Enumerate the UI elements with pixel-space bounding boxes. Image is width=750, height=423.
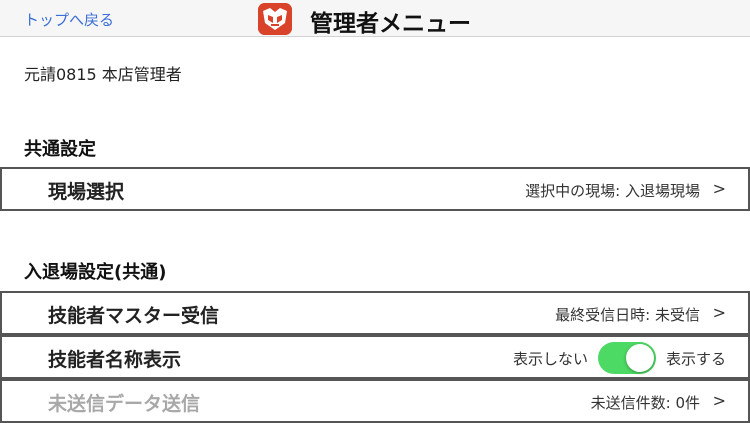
navigation-bar: トップへ戻る 管理者メニュー bbox=[0, 0, 750, 37]
page-title: 管理者メニュー bbox=[310, 11, 471, 37]
row-value: 未送信件数: 0件 bbox=[590, 394, 700, 412]
site-select-row[interactable]: 現場選択 選択中の現場: 入退場現場 > bbox=[0, 167, 750, 211]
chevron-right-icon: > bbox=[712, 179, 726, 198]
back-to-top-link[interactable]: トップへ戻る bbox=[24, 9, 114, 30]
name-display-toggle[interactable] bbox=[597, 342, 656, 374]
row-value: 最終受信日時: 未受信 bbox=[555, 306, 700, 324]
row-label: 技能者マスター受信 bbox=[48, 305, 220, 327]
toggle-knob bbox=[625, 344, 654, 372]
worker-name-display-row: 技能者名称表示 表示しない 表示する bbox=[0, 335, 750, 379]
section-header-common: 共通設定 bbox=[24, 139, 96, 160]
row-label: 現場選択 bbox=[48, 181, 125, 203]
unsent-data-send-row[interactable]: 未送信データ送信 未送信件数: 0件 > bbox=[0, 379, 750, 423]
worker-master-receive-row[interactable]: 技能者マスター受信 最終受信日時: 未受信 > bbox=[0, 291, 750, 335]
chevron-right-icon: > bbox=[712, 391, 726, 410]
chevron-right-icon: > bbox=[712, 303, 726, 322]
row-label: 技能者名称表示 bbox=[48, 349, 182, 371]
row-label: 未送信データ送信 bbox=[48, 393, 201, 415]
toggle-on-label: 表示する bbox=[665, 349, 726, 368]
company-name: 元請0815 本店管理者 bbox=[24, 65, 182, 84]
toggle-off-label: 表示しない bbox=[512, 349, 588, 368]
app-logo-icon bbox=[258, 3, 292, 35]
toggle-group: 表示しない 表示する bbox=[512, 342, 726, 374]
row-value: 選択中の現場: 入退場現場 bbox=[525, 182, 700, 200]
section-header-entry-exit: 入退場設定(共通) bbox=[24, 262, 167, 283]
